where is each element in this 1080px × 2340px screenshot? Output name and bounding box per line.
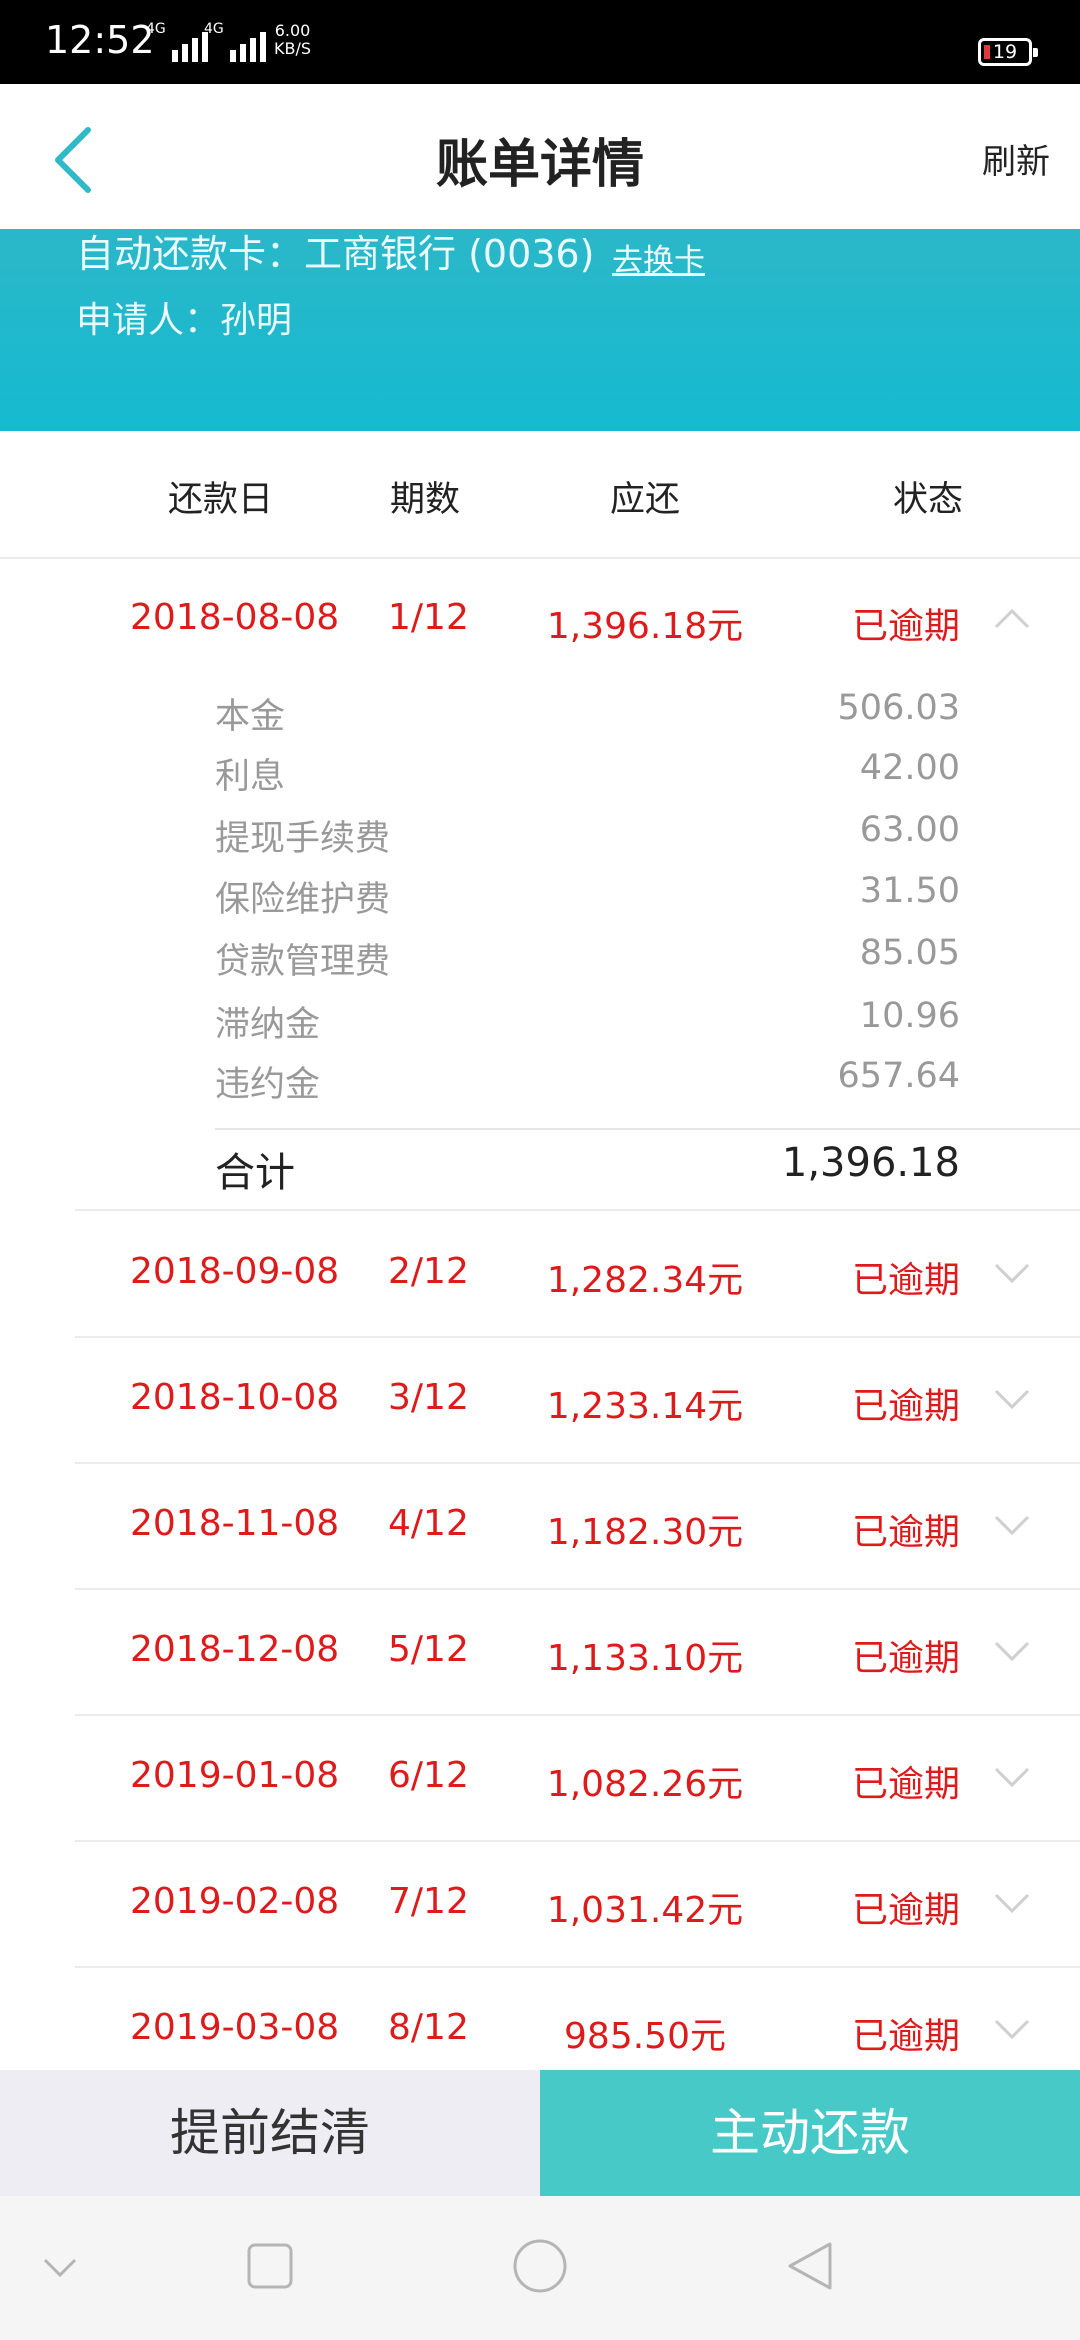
battery-level: 19: [992, 41, 1018, 63]
status-badge: 已逾期: [851, 1638, 960, 1679]
chevron-up-icon[interactable]: [992, 603, 1032, 633]
auto-repay-card: 自动还款卡：工商银行 (0036): [76, 232, 595, 276]
status-time: 12:52: [45, 18, 155, 62]
chevron-down-icon[interactable]: [992, 1257, 1032, 1287]
header-period: 期数: [390, 480, 461, 520]
table-row[interactable]: 2018-08-08 1/12 1,396.18元 已逾期: [0, 557, 1080, 683]
refresh-button[interactable]: 刷新: [982, 134, 1050, 183]
table-header: 还款日 期数 应还 状态: [0, 431, 1080, 559]
table-row[interactable]: 2019-01-08 6/12 1,082.26元 已逾期: [0, 1715, 1080, 1841]
hide-keyboard-icon[interactable]: [42, 2256, 78, 2280]
breakdown-item: 利息 42.00: [215, 748, 960, 797]
table-row[interactable]: 2018-10-08 3/12 1,233.14元 已逾期: [0, 1337, 1080, 1463]
header-amount: 应还: [610, 480, 681, 520]
system-nav-bar: [0, 2196, 1080, 2340]
breakdown-item: 贷款管理费 85.05: [215, 933, 960, 982]
home-icon[interactable]: [512, 2238, 568, 2294]
header-status: 状态: [893, 480, 964, 520]
chevron-down-icon[interactable]: [992, 1635, 1032, 1665]
status-badge: 已逾期: [851, 606, 960, 647]
network-speed: 6.00 KB/S: [274, 21, 312, 58]
recent-apps-icon[interactable]: [246, 2242, 294, 2290]
battery-icon: 19: [978, 38, 1038, 66]
app-header: 账单详情 刷新: [0, 84, 1080, 229]
installment-breakdown: 本金 506.03 利息 42.00 提现手续费 63.00 保险维护费 31.50 贷…: [0, 688, 1080, 1108]
status-badge: 已逾期: [851, 1764, 960, 1805]
table-row[interactable]: 2018-11-08 4/12 1,182.30元 已逾期: [0, 1463, 1080, 1589]
status-badge: 已逾期: [851, 1260, 960, 1301]
table-row[interactable]: 2019-02-08 7/12 1,031.42元 已逾期: [0, 1841, 1080, 1967]
breakdown-total: 合计 1,396.18: [215, 1140, 960, 1196]
chevron-down-icon[interactable]: [992, 1509, 1032, 1539]
status-bar: 12:52 4G 4G 6.00 KB/S 19: [0, 0, 1080, 84]
chevron-down-icon[interactable]: [992, 1887, 1032, 1917]
applicant: 申请人：孙明: [76, 300, 293, 341]
repay-now-button[interactable]: 主动还款: [540, 2070, 1080, 2196]
signal-icon: 4G: [146, 22, 208, 62]
breakdown-item: 保险维护费 31.50: [215, 871, 960, 920]
table-row[interactable]: 2018-12-08 5/12 1,133.10元 已逾期: [0, 1589, 1080, 1715]
chevron-down-icon[interactable]: [992, 1761, 1032, 1791]
repayment-card-banner: 自动还款卡：工商银行 (0036) 去换卡 申请人：孙明: [0, 229, 1080, 431]
header-due-date: 还款日: [168, 480, 274, 520]
swap-card-link[interactable]: 去换卡: [612, 235, 705, 280]
chevron-down-icon[interactable]: [992, 1383, 1032, 1413]
chevron-down-icon[interactable]: [992, 2013, 1032, 2043]
breakdown-item: 本金 506.03: [215, 688, 960, 737]
back-nav-icon[interactable]: [786, 2240, 834, 2292]
status-badge: 已逾期: [851, 1890, 960, 1931]
status-badge: 已逾期: [851, 1386, 960, 1427]
table-row[interactable]: 2018-09-08 2/12 1,282.34元 已逾期: [0, 1211, 1080, 1337]
breakdown-item: 滞纳金 10.96: [215, 996, 960, 1045]
status-badge: 已逾期: [851, 2016, 960, 2057]
page-title: 账单详情: [435, 135, 644, 195]
settle-early-button[interactable]: 提前结清: [0, 2070, 540, 2196]
status-badge: 已逾期: [851, 1512, 960, 1553]
signal-icon: 4G: [204, 22, 266, 62]
divider: [215, 1128, 1080, 1130]
breakdown-item: 提现手续费 63.00: [215, 810, 960, 859]
breakdown-item: 违约金 657.64: [215, 1056, 960, 1105]
